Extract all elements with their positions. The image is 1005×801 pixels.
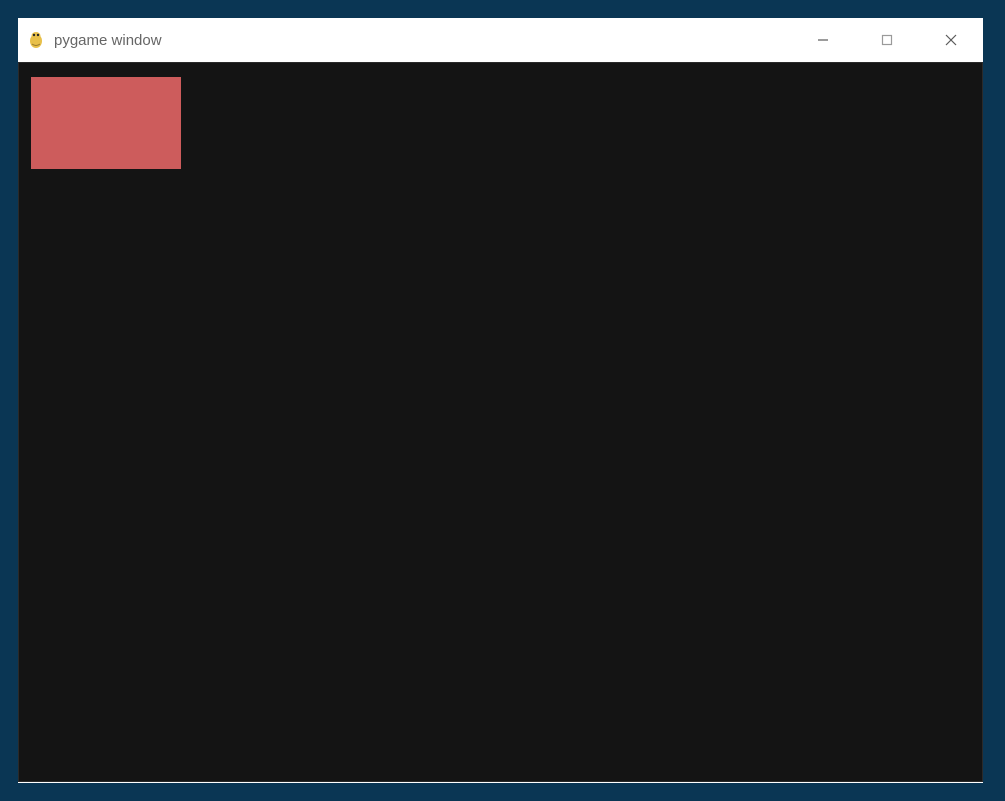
maximize-button[interactable] (855, 18, 919, 62)
window-title: pygame window (54, 32, 162, 49)
window-container: pygame window (18, 18, 983, 783)
close-button[interactable] (919, 18, 983, 62)
title-bar[interactable]: pygame window (18, 18, 983, 62)
app-icon (26, 30, 46, 50)
game-canvas[interactable] (18, 62, 983, 782)
maximize-icon (881, 34, 893, 46)
close-icon (945, 34, 957, 46)
minimize-button[interactable] (791, 18, 855, 62)
game-rect (31, 77, 181, 169)
window-controls (791, 18, 983, 62)
minimize-icon (817, 34, 829, 46)
